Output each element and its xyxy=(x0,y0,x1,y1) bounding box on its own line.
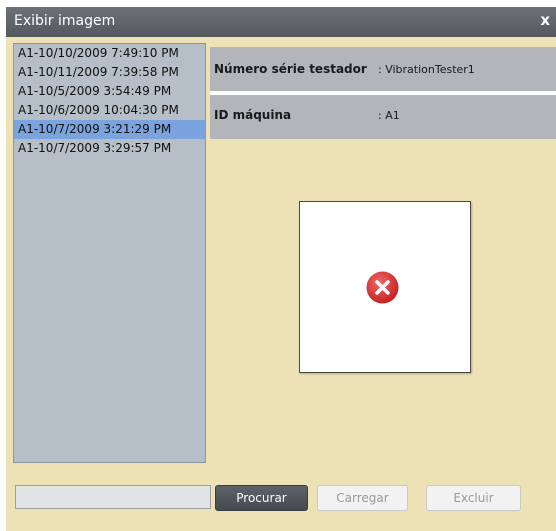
list-item[interactable]: A1-10/10/2009 7:49:10 PM xyxy=(14,44,205,63)
image-preview xyxy=(299,201,471,373)
browse-button[interactable]: Procurar xyxy=(215,485,308,511)
machine-id-value: : A1 xyxy=(378,109,400,122)
load-button[interactable]: Carregar xyxy=(317,485,408,511)
view-image-dialog: Exibir imagem x A1-10/10/2009 7:49:10 PM… xyxy=(6,7,556,531)
machine-id-row: ID máquina : A1 xyxy=(210,95,556,139)
file-path-input[interactable] xyxy=(15,485,211,509)
list-item[interactable]: A1-10/11/2009 7:39:58 PM xyxy=(14,63,205,82)
list-item-selected[interactable]: A1-10/7/2009 3:21:29 PM xyxy=(14,120,205,139)
close-button[interactable]: x xyxy=(540,11,550,29)
list-item[interactable]: A1-10/6/2009 10:04:30 PM xyxy=(14,101,205,120)
title-bar[interactable]: Exibir imagem x xyxy=(6,7,556,37)
dialog-title: Exibir imagem xyxy=(14,13,116,29)
list-item[interactable]: A1-10/5/2009 3:54:49 PM xyxy=(14,82,205,101)
serial-number-value: : VibrationTester1 xyxy=(378,63,475,76)
list-item[interactable]: A1-10/7/2009 3:29:57 PM xyxy=(14,139,205,158)
serial-number-label: Número série testador xyxy=(214,62,367,76)
delete-button[interactable]: Excluir xyxy=(426,485,521,511)
error-icon xyxy=(366,271,399,304)
machine-id-label: ID máquina xyxy=(214,108,292,122)
serial-number-row: Número série testador : VibrationTester1 xyxy=(210,47,556,91)
image-list[interactable]: A1-10/10/2009 7:49:10 PM A1-10/11/2009 7… xyxy=(13,43,206,463)
